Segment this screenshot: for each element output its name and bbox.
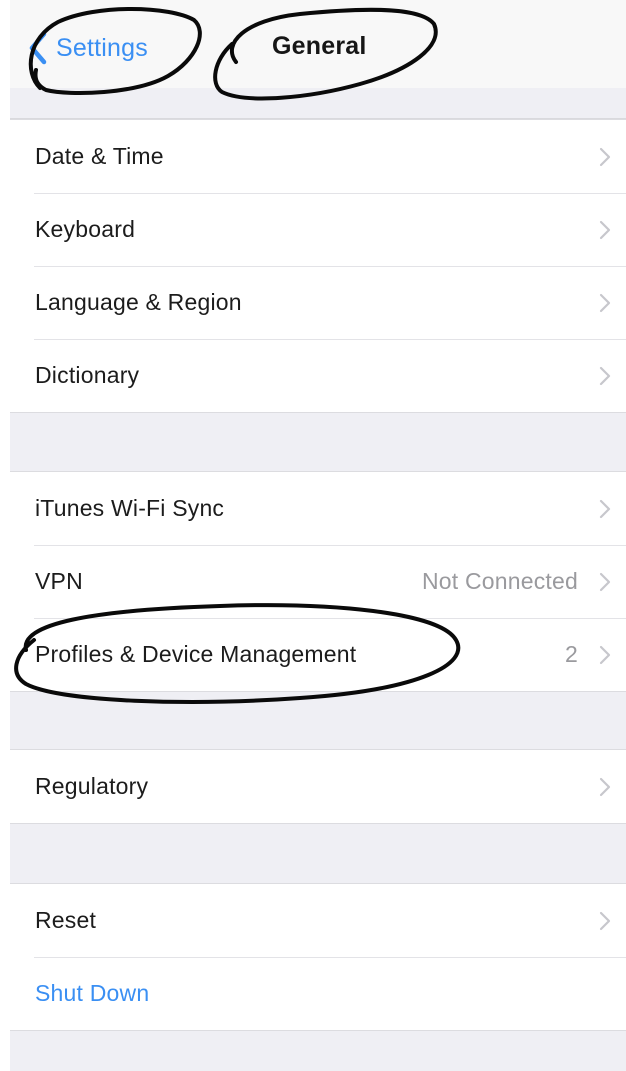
- settings-group-reset: Reset Shut Down: [10, 883, 626, 1031]
- row-profiles-device-management[interactable]: Profiles & Device Management 2: [10, 618, 626, 691]
- chevron-right-icon: [599, 572, 611, 591]
- row-label: Reset: [35, 907, 97, 933]
- row-vpn[interactable]: VPN Not Connected: [10, 545, 626, 618]
- page-title: General: [272, 32, 367, 60]
- shut-down-link: Shut Down: [35, 980, 150, 1006]
- back-button-label: Settings: [56, 33, 148, 62]
- back-button[interactable]: Settings: [24, 26, 148, 70]
- row-label: VPN: [35, 568, 83, 594]
- chevron-right-icon: [599, 499, 611, 518]
- chevron-right-icon: [599, 220, 611, 239]
- row-label: Regulatory: [35, 773, 149, 799]
- row-shut-down[interactable]: Shut Down: [10, 957, 626, 1030]
- row-itunes-wifi-sync[interactable]: iTunes Wi-Fi Sync: [10, 472, 626, 545]
- chevron-right-icon: [599, 366, 611, 385]
- row-label: Keyboard: [35, 216, 136, 242]
- profiles-count-value: 2: [565, 641, 578, 667]
- row-reset[interactable]: Reset: [10, 884, 626, 957]
- row-label: iTunes Wi-Fi Sync: [35, 495, 225, 521]
- row-keyboard[interactable]: Keyboard: [10, 193, 626, 266]
- settings-group-regulatory: Regulatory: [10, 749, 626, 824]
- chevron-right-icon: [599, 293, 611, 312]
- settings-group-sync: iTunes Wi-Fi Sync VPN Not Connected Prof…: [10, 471, 626, 692]
- chevron-right-icon: [599, 147, 611, 166]
- vpn-status-value: Not Connected: [421, 568, 578, 594]
- settings-general-screen: Settings General Date & Time Keyboard La…: [10, 0, 626, 1071]
- row-regulatory[interactable]: Regulatory: [10, 750, 626, 823]
- chevron-left-icon: [29, 31, 47, 65]
- row-dictionary[interactable]: Dictionary: [10, 339, 626, 412]
- row-label: Date & Time: [35, 143, 164, 169]
- chevron-right-icon: [599, 777, 611, 796]
- row-label: Profiles & Device Management: [35, 641, 357, 667]
- row-date-time[interactable]: Date & Time: [10, 120, 626, 193]
- chevron-right-icon: [599, 645, 611, 664]
- chevron-right-icon: [599, 911, 611, 930]
- row-label: Dictionary: [35, 362, 140, 388]
- navigation-bar: Settings General: [10, 0, 626, 88]
- row-label: Language & Region: [35, 289, 242, 315]
- settings-group-datetime: Date & Time Keyboard Language & Region D…: [10, 119, 626, 413]
- row-language-region[interactable]: Language & Region: [10, 266, 626, 339]
